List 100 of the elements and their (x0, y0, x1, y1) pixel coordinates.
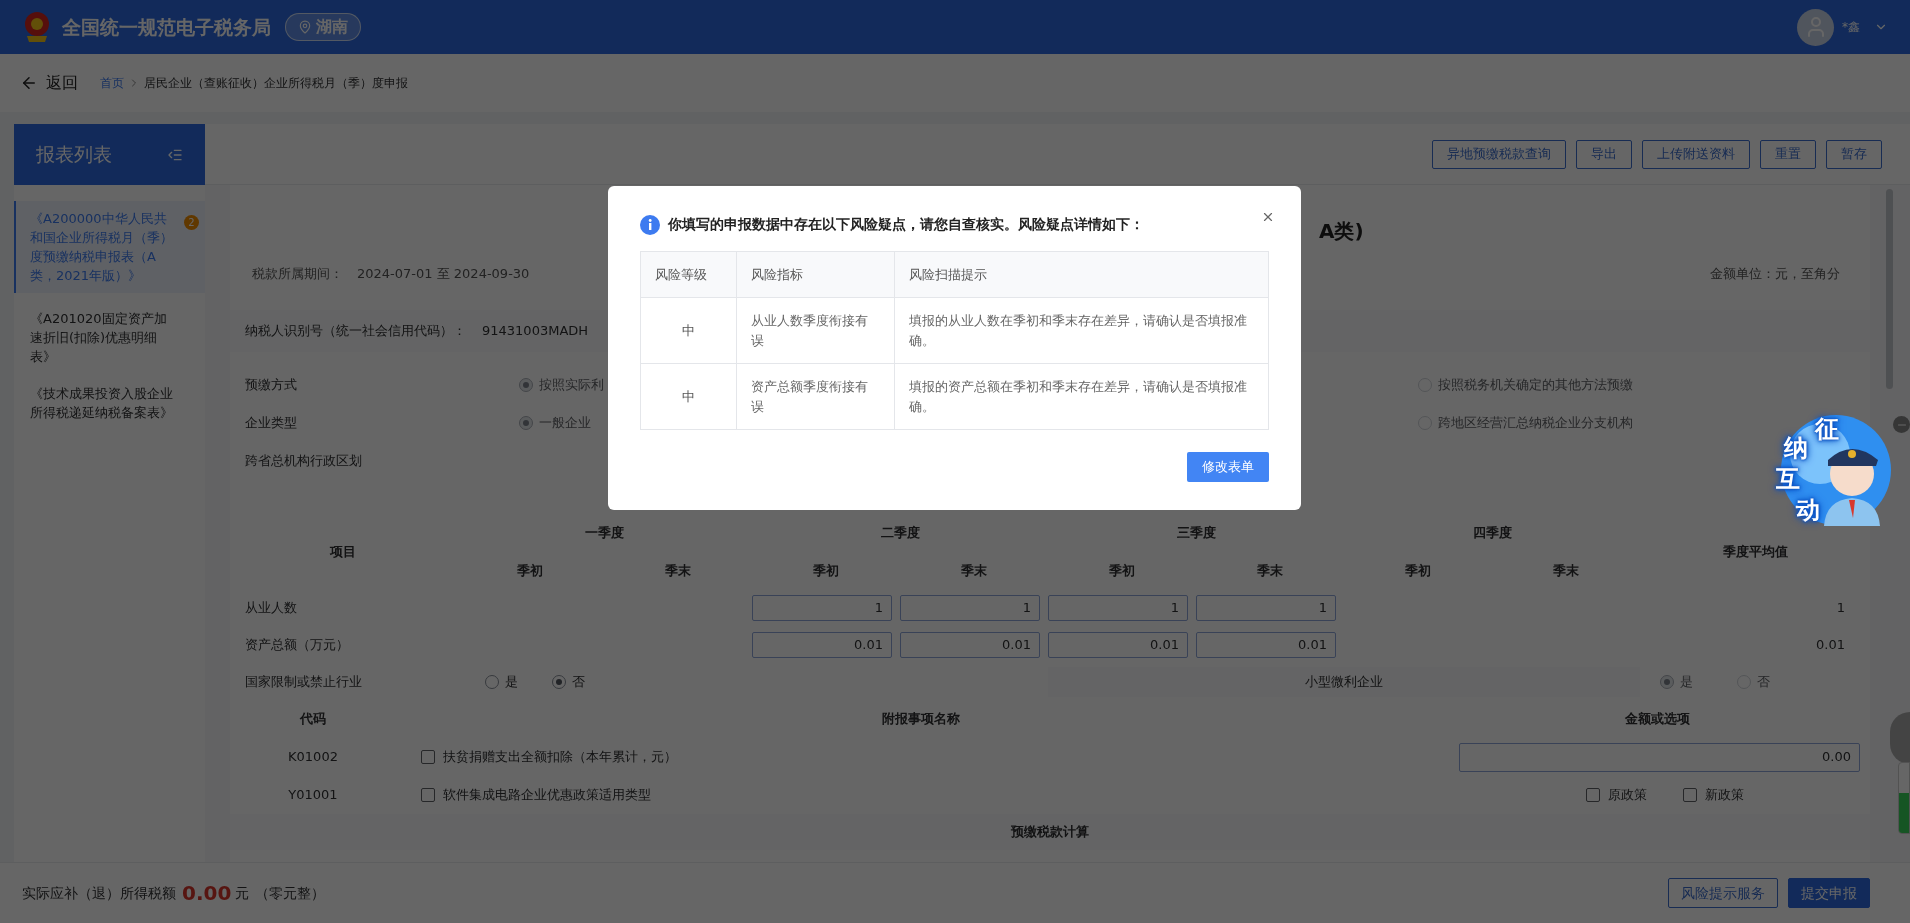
column-header: 金额或选项 (1624, 710, 1691, 729)
user-name[interactable]: *鑫 (1842, 18, 1860, 36)
column-header: 季初 (1404, 561, 1432, 580)
item-name: 扶贫捐赠支出全额扣除（本年累计，元） (443, 748, 677, 767)
number-field[interactable]: 1 (1048, 594, 1188, 621)
avatar[interactable] (1797, 8, 1834, 46)
form-title: A类) (1319, 219, 1364, 243)
info-icon (640, 214, 660, 235)
checkbox[interactable] (1683, 788, 1697, 802)
column-header: 季初 (1108, 561, 1136, 580)
checkbox[interactable] (421, 750, 435, 764)
back-link[interactable]: 返回 (20, 71, 78, 95)
table-header: 风险指标 (736, 252, 894, 297)
item-name: 软件集成电路企业优惠政策适用类型 (443, 786, 651, 805)
sidebar-item[interactable]: 《A200000中华人民共和国企业所得税月（季）度预缴纳税申报表（A类，2021年版）》 2 (14, 201, 205, 293)
location-pin-icon (298, 20, 312, 34)
column-header: 季末 (1552, 561, 1580, 580)
period-label: 税款所属期间： (252, 265, 343, 284)
average-value: 1 (1835, 598, 1846, 617)
sidebar-item[interactable]: 《A201020固定资产加速折旧(扣除)优惠明细表》 (14, 307, 205, 368)
sidebar-title: 报表列表 (36, 142, 112, 168)
breadcrumb-current: 居民企业（查账征收）企业所得税月（季）度申报 (144, 75, 408, 92)
taxpayer-id: 91431003MADH (482, 322, 589, 341)
column-header: 季初 (516, 561, 544, 580)
column-header: 季末 (1256, 561, 1284, 580)
form-name: 《A201020固定资产加速折旧(扣除)优惠明细表》 (30, 310, 168, 366)
edit-form-button[interactable]: 修改表单 (1187, 452, 1269, 482)
policy-label: 原政策 (1608, 786, 1647, 805)
close-icon[interactable] (1261, 210, 1275, 224)
table-cell: 填报的资产总额在季初和季末存在差异，请确认是否填报准确。 (894, 363, 1268, 429)
average-value: 0.01 (1815, 635, 1846, 654)
radio-label: 否 (572, 672, 585, 691)
number-field[interactable]: 1 (1196, 594, 1336, 621)
column-header: 三季度 (1175, 524, 1217, 543)
code-cell-text: K01002 (287, 748, 339, 767)
table-cell: 填报的从业人数在季初和季末存在差异，请确认是否填报准确。 (894, 297, 1268, 363)
emblem-icon (22, 10, 52, 44)
column-header: 四季度 (1471, 524, 1513, 543)
toolbar-button[interactable]: 上传附送资料 (1642, 139, 1750, 169)
radio-label: 按照税务机关确定的其他方法预缴 (1438, 376, 1633, 395)
checkbox[interactable] (1586, 788, 1600, 802)
table-header: 风险扫描提示 (894, 252, 1268, 297)
sidebar-item[interactable]: 《技术成果投资入股企业所得税递延纳税备案表》 (14, 382, 205, 424)
tax-amount: 0.00 (182, 880, 232, 907)
form-name: 《技术成果投资入股企业所得税递延纳税备案表》 (30, 385, 174, 422)
table-cell: 中 (641, 297, 736, 363)
mascot-caption: 动 (1796, 497, 1820, 523)
number-field[interactable]: 0.01 (752, 631, 892, 658)
column-header: 季末 (960, 561, 988, 580)
radio-label: 是 (1680, 672, 1693, 691)
site-title: 全国统一规范电子税务局 (62, 14, 271, 40)
breadcrumb-link[interactable]: 首页 (100, 74, 124, 92)
row-label: 资产总额（万元） (244, 635, 350, 654)
toolbar-button[interactable]: 导出 (1576, 139, 1632, 169)
option-label: 跨省总机构行政区划 (245, 452, 363, 471)
table-header: 风险等级 (641, 252, 736, 297)
section-title: 预缴税款计算 (1011, 823, 1089, 842)
radio-button[interactable] (552, 674, 566, 689)
number-field[interactable]: 1 (900, 594, 1040, 621)
dialog-message: 你填写的申报数据中存在以下风险疑点，请您自查核实。风险疑点详情如下： (668, 215, 1144, 234)
toolbar-button[interactable]: 暂存 (1826, 139, 1882, 169)
amount-field[interactable]: 0.00 (1459, 742, 1860, 772)
option-label: 预缴方式 (245, 376, 298, 395)
tax-amount-label: 实际应补（退）所得税额 (22, 883, 176, 903)
mascot-caption: 征 (1815, 416, 1839, 442)
radio-label: 否 (1757, 672, 1770, 691)
number-field[interactable]: 0.01 (1196, 631, 1336, 658)
column-header: 代码 (298, 710, 327, 729)
column-header: 季初 (812, 561, 840, 580)
option-label: 企业类型 (245, 414, 298, 433)
code-cell-text: Y01001 (287, 786, 339, 805)
policy-label: 新政策 (1705, 786, 1744, 805)
count-badge: 2 (184, 215, 199, 230)
number-field[interactable]: 0.01 (900, 631, 1040, 658)
table-cell: 中 (641, 363, 736, 429)
risk-service-button[interactable]: 风险提示服务 (1668, 878, 1778, 908)
radio-button[interactable] (485, 674, 499, 689)
checkbox[interactable] (421, 788, 435, 802)
amount-in-words: （零元整） (255, 883, 326, 903)
unit-note: 金额单位：元，至角分 (1710, 265, 1840, 284)
table-cell: 从业人数季度衔接有误 (736, 297, 894, 363)
form-name: 《A200000中华人民共和国企业所得税月（季）度预缴纳税申报表（A类，2021年版）》 (30, 210, 174, 285)
table-cell: 资产总额季度衔接有误 (736, 363, 894, 429)
column-header: 季末 (664, 561, 692, 580)
period-value: 2024-07-01 至 2024-09-30 (357, 265, 530, 284)
toolbar-button[interactable]: 重置 (1760, 139, 1816, 169)
radio-label: 按照实际利 (539, 376, 604, 395)
column-header: 季度平均值 (1721, 542, 1789, 561)
column-header: 附报事项名称 (880, 710, 961, 729)
radio-label: 是 (505, 672, 518, 691)
row-label: 国家限制或禁止行业 (244, 672, 363, 691)
submit-button[interactable]: 提交申报 (1788, 878, 1870, 908)
column-header: 项目 (328, 542, 357, 561)
number-field[interactable]: 1 (752, 594, 892, 621)
number-field[interactable]: 0.01 (1048, 631, 1188, 658)
currency-unit: 元 (235, 883, 250, 903)
row-label: 从业人数 (244, 598, 298, 617)
toolbar-button[interactable]: 异地预缴税款查询 (1432, 139, 1566, 169)
radio-label: 跨地区经营汇总纳税企业分支机构 (1438, 414, 1633, 433)
column-header: 一季度 (583, 524, 625, 543)
